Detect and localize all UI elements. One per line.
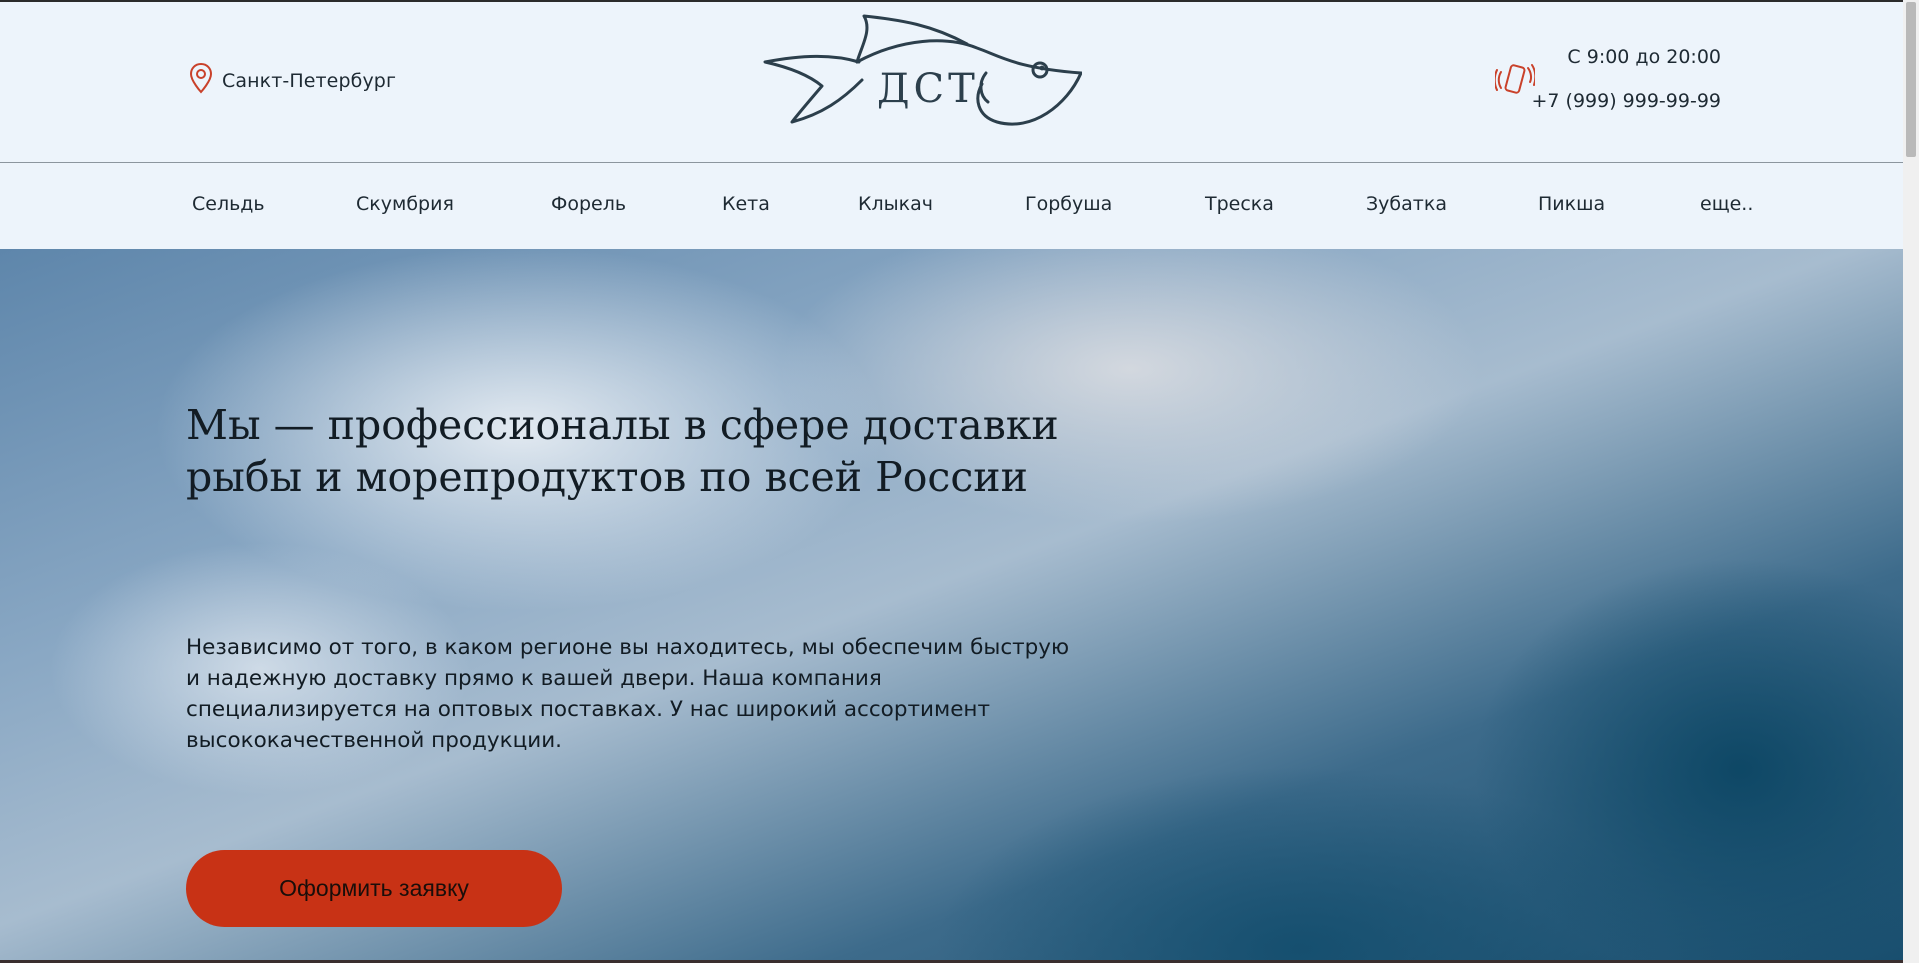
hero-title-line-1: Мы — профессионалы в сфере доставки xyxy=(186,401,1059,449)
nav-item-catfish[interactable]: Зубатка xyxy=(1366,193,1447,215)
site-header: Санкт-Петербург ДСТ С 9:00 до 20:00 +7 (… xyxy=(0,2,1903,163)
nav-item-trout[interactable]: Форель xyxy=(551,193,626,215)
city-selector[interactable]: Санкт-Петербург xyxy=(188,62,396,99)
hero-section: Мы — профессионалы в сфере доставки рыбы… xyxy=(0,249,1903,963)
page: Санкт-Петербург ДСТ С 9:00 до 20:00 +7 (… xyxy=(0,0,1903,963)
phone-number[interactable]: +7 (999) 999-99-99 xyxy=(1531,90,1721,112)
nav-item-pink-salmon[interactable]: Горбуша xyxy=(1025,193,1112,215)
nav-item-mackerel[interactable]: Скумбрия xyxy=(356,193,454,215)
category-nav: Сельдь Скумбрия Форель Кета Клыкач Горбу… xyxy=(0,163,1903,249)
scrollbar-thumb[interactable] xyxy=(1906,2,1916,157)
nav-item-haddock[interactable]: Пикша xyxy=(1538,193,1605,215)
location-pin-icon xyxy=(188,62,214,99)
ringing-phone-icon xyxy=(1493,60,1537,105)
hero-description: Независимо от того, в каком регионе вы н… xyxy=(186,635,1070,753)
working-hours: С 9:00 до 20:00 xyxy=(1567,46,1721,68)
hero-title: Мы — профессионалы в сфере доставки рыбы… xyxy=(186,399,1086,503)
city-label: Санкт-Петербург xyxy=(222,69,397,92)
nav-item-keta[interactable]: Кета xyxy=(722,193,770,215)
submit-request-button[interactable]: Оформить заявку xyxy=(186,850,562,927)
logo-text: ДСТ xyxy=(877,66,979,112)
nav-item-herring[interactable]: Сельдь xyxy=(192,193,265,215)
logo[interactable]: ДСТ xyxy=(762,10,1083,130)
nav-item-cod[interactable]: Треска xyxy=(1205,193,1274,215)
contacts: С 9:00 до 20:00 +7 (999) 999-99-99 xyxy=(1493,42,1725,122)
nav-item-more[interactable]: еще.. xyxy=(1700,193,1753,215)
nav-item-toothfish[interactable]: Клыкач xyxy=(858,193,933,215)
page-scrollbar[interactable] xyxy=(1903,0,1919,963)
hero-title-line-2: рыбы и морепродуктов по всей России xyxy=(186,453,1028,501)
